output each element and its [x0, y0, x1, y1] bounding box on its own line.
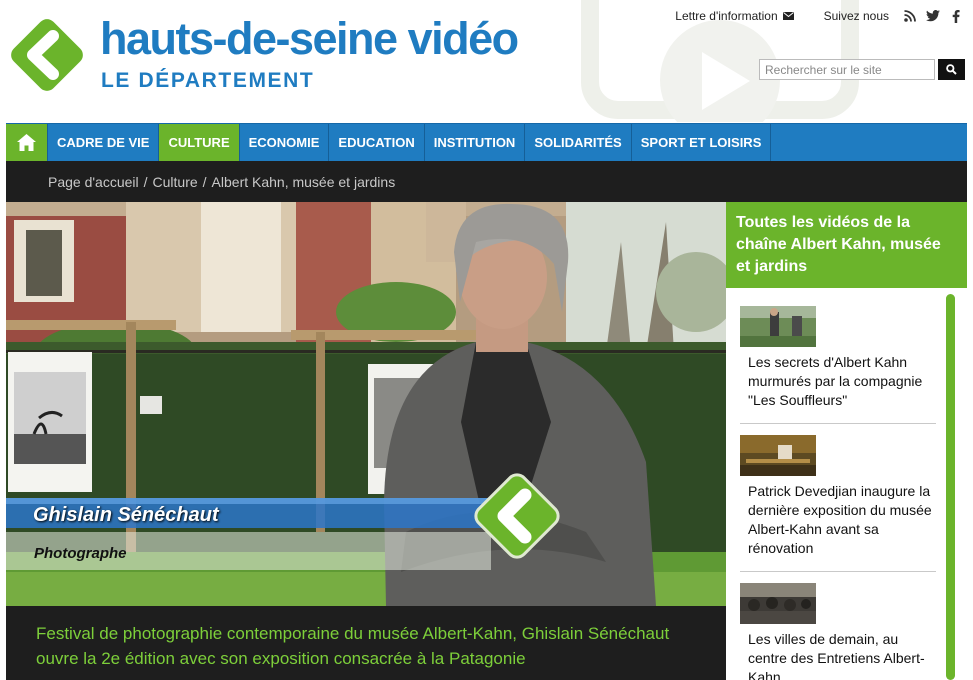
list-item-title: Les secrets d'Albert Kahn murmurés par l…	[748, 354, 923, 408]
social-links	[903, 9, 963, 23]
divider	[740, 423, 936, 424]
newsletter-link-label: Lettre d'information	[675, 9, 778, 23]
list-item-title: Patrick Devedjian inaugure la dernière e…	[748, 483, 932, 556]
nav-item-culture[interactable]: CULTURE	[159, 124, 240, 161]
search-button[interactable]	[938, 59, 965, 80]
speaker-role: Photographe	[34, 545, 127, 562]
breadcrumb-culture[interactable]: Culture	[153, 174, 198, 190]
nav-item-solidarites[interactable]: SOLIDARITÉS	[525, 124, 632, 161]
video-thumbnail	[740, 435, 816, 476]
sidebar-scrollbar[interactable]	[946, 294, 955, 680]
breadcrumb-separator: /	[202, 174, 207, 190]
list-item[interactable]: Les secrets d'Albert Kahn murmurés par l…	[740, 306, 936, 435]
list-item-title: Les villes de demain, au centre des Entr…	[748, 631, 925, 680]
nav-item-education[interactable]: EDUCATION	[329, 124, 425, 161]
home-icon	[17, 134, 36, 151]
nav-item-institution[interactable]: INSTITUTION	[425, 124, 526, 161]
nav-item-economie[interactable]: ECONOMIE	[240, 124, 330, 161]
follow-us: Suivez nous	[824, 9, 963, 23]
nav-item-sport-et-loisirs[interactable]: SPORT ET LOISIRS	[632, 124, 772, 161]
breadcrumb-separator: /	[143, 174, 148, 190]
list-item[interactable]: Patrick Devedjian inaugure la dernière e…	[740, 435, 936, 583]
video-list: Les secrets d'Albert Kahn murmurés par l…	[740, 306, 936, 680]
site-header: hauts-de-seine vidéo LE DÉPARTEMENT Lett…	[0, 0, 973, 122]
video-thumbnail	[740, 583, 816, 624]
speaker-name: Ghislain Sénéchaut	[33, 504, 219, 526]
twitter-icon[interactable]	[926, 9, 940, 23]
main-nav: CADRE DE VIE CULTURE ECONOMIE EDUCATION …	[6, 123, 967, 161]
site-title[interactable]: hauts-de-seine vidéo	[100, 14, 519, 64]
channel-sidebar: Toutes les vidéos de la chaîne Albert Ka…	[726, 202, 967, 680]
channel-heading[interactable]: Toutes les vidéos de la chaîne Albert Ka…	[726, 202, 967, 288]
video-caption: Festival de photographie contemporaine d…	[36, 624, 670, 668]
rss-icon[interactable]	[903, 9, 917, 23]
nav-item-cadre-de-vie[interactable]: CADRE DE VIE	[48, 124, 160, 161]
search-icon	[946, 64, 957, 75]
top-links: Lettre d'information Suivez nous	[675, 9, 963, 23]
nav-home[interactable]	[6, 124, 48, 161]
list-item[interactable]: Les villes de demain, au centre des Entr…	[740, 583, 936, 680]
search-input[interactable]	[759, 59, 935, 80]
site-subtitle: LE DÉPARTEMENT	[101, 69, 315, 92]
breadcrumb: Page d'accueil / Culture / Albert Kahn, musé…	[48, 174, 395, 190]
search-form	[759, 59, 965, 80]
envelope-icon	[782, 12, 794, 20]
follow-us-label: Suivez nous	[823, 9, 889, 23]
facebook-icon[interactable]	[949, 9, 963, 23]
breadcrumb-home[interactable]: Page d'accueil	[48, 174, 139, 190]
video-thumbnail	[740, 306, 816, 347]
newsletter-link[interactable]: Lettre d'information	[675, 9, 794, 23]
divider	[740, 571, 936, 572]
video-player[interactable]: Ghislain Sénéchaut Photographe	[6, 202, 726, 606]
content-area: Page d'accueil / Culture / Albert Kahn, musé…	[6, 161, 967, 680]
breadcrumb-current: Albert Kahn, musée et jardins	[211, 174, 396, 190]
logo-icon[interactable]	[6, 14, 88, 96]
